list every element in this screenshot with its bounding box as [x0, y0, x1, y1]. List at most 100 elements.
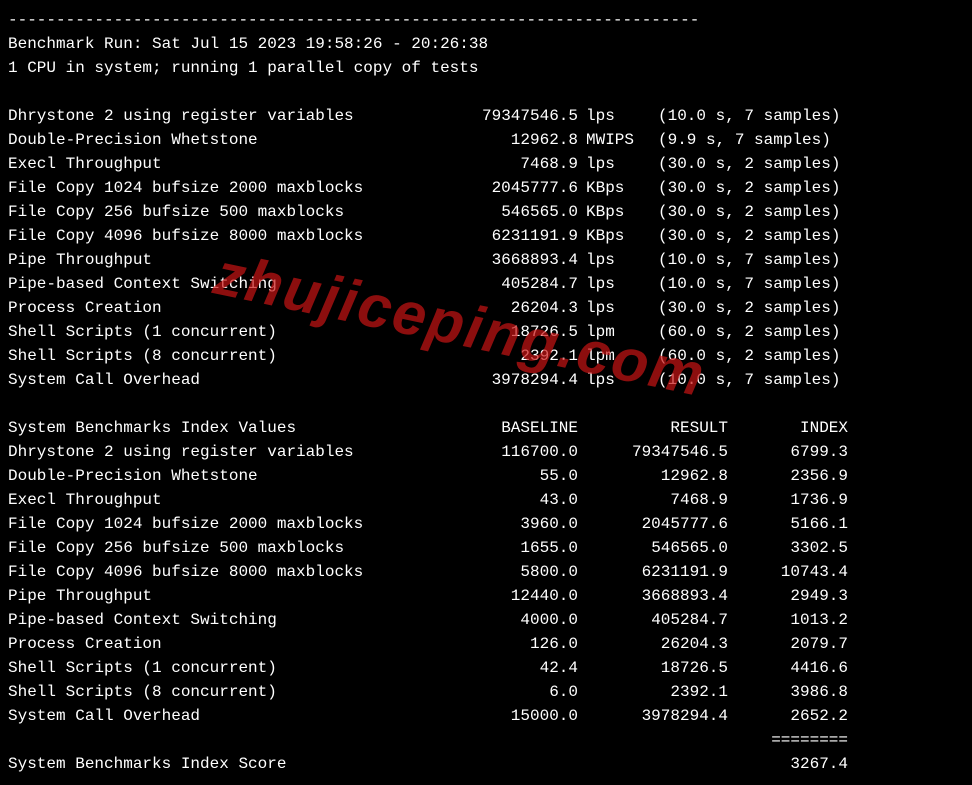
index-row: System Call Overhead15000.03978294.42652… [8, 704, 964, 728]
benchmark-meta: (30.0 s, 2 samples) [648, 296, 840, 320]
index-baseline: 4000.0 [428, 608, 578, 632]
benchmark-name: Pipe-based Context Switching [8, 272, 428, 296]
baseline-header: BASELINE [428, 416, 578, 440]
index-baseline: 12440.0 [428, 584, 578, 608]
benchmark-name: Shell Scripts (1 concurrent) [8, 320, 428, 344]
benchmark-unit: lps [578, 296, 648, 320]
benchmark-unit: lpm [578, 320, 648, 344]
index-value: 3986.8 [728, 680, 848, 704]
benchmark-value: 546565.0 [428, 200, 578, 224]
benchmark-unit: lps [578, 104, 648, 128]
benchmark-meta: (10.0 s, 7 samples) [648, 272, 840, 296]
benchmark-meta: (60.0 s, 2 samples) [648, 320, 840, 344]
benchmark-row: Shell Scripts (8 concurrent)2392.1lpm(60… [8, 344, 964, 368]
benchmark-row: Double-Precision Whetstone12962.8MWIPS(9… [8, 128, 964, 152]
benchmark-row: Dhrystone 2 using register variables7934… [8, 104, 964, 128]
benchmark-unit: lpm [578, 344, 648, 368]
index-result: 546565.0 [578, 536, 728, 560]
benchmark-row: Pipe-based Context Switching405284.7lps(… [8, 272, 964, 296]
benchmark-name: Double-Precision Whetstone [8, 128, 428, 152]
benchmark-unit: lps [578, 368, 648, 392]
benchmark-value: 405284.7 [428, 272, 578, 296]
index-baseline: 55.0 [428, 464, 578, 488]
index-row: Pipe-based Context Switching4000.0405284… [8, 608, 964, 632]
index-name: File Copy 256 bufsize 500 maxblocks [8, 536, 428, 560]
index-row: File Copy 1024 bufsize 2000 maxblocks396… [8, 512, 964, 536]
benchmark-meta: (30.0 s, 2 samples) [648, 152, 840, 176]
index-row: Pipe Throughput12440.03668893.42949.3 [8, 584, 964, 608]
index-baseline: 116700.0 [428, 440, 578, 464]
benchmark-unit: KBps [578, 224, 648, 248]
benchmark-row: Execl Throughput7468.9lps(30.0 s, 2 samp… [8, 152, 964, 176]
benchmark-unit: KBps [578, 200, 648, 224]
index-result: 7468.9 [578, 488, 728, 512]
benchmark-meta: (30.0 s, 2 samples) [648, 176, 840, 200]
equals-text: ======== [728, 728, 848, 752]
index-name: Double-Precision Whetstone [8, 464, 428, 488]
benchmark-meta: (10.0 s, 7 samples) [648, 368, 840, 392]
benchmark-row: File Copy 1024 bufsize 2000 maxblocks204… [8, 176, 964, 200]
index-result: 79347546.5 [578, 440, 728, 464]
index-row: File Copy 256 bufsize 500 maxblocks1655.… [8, 536, 964, 560]
benchmark-results-section: Dhrystone 2 using register variables7934… [8, 104, 964, 392]
benchmark-unit: lps [578, 272, 648, 296]
index-result: 6231191.9 [578, 560, 728, 584]
benchmark-name: Process Creation [8, 296, 428, 320]
index-row: Shell Scripts (1 concurrent)42.418726.54… [8, 656, 964, 680]
benchmark-value: 6231191.9 [428, 224, 578, 248]
index-result: 2392.1 [578, 680, 728, 704]
index-name: Process Creation [8, 632, 428, 656]
index-name: Shell Scripts (8 concurrent) [8, 680, 428, 704]
benchmark-unit: lps [578, 248, 648, 272]
index-value: 2079.7 [728, 632, 848, 656]
index-result: 2045777.6 [578, 512, 728, 536]
index-value: 2949.3 [728, 584, 848, 608]
index-baseline: 42.4 [428, 656, 578, 680]
index-result: 3668893.4 [578, 584, 728, 608]
benchmark-meta: (60.0 s, 2 samples) [648, 344, 840, 368]
index-row: Shell Scripts (8 concurrent)6.02392.1398… [8, 680, 964, 704]
index-result: 12962.8 [578, 464, 728, 488]
benchmark-value: 2045777.6 [428, 176, 578, 200]
index-value: 5166.1 [728, 512, 848, 536]
benchmark-row: System Call Overhead3978294.4lps(10.0 s,… [8, 368, 964, 392]
index-baseline: 126.0 [428, 632, 578, 656]
benchmark-name: File Copy 1024 bufsize 2000 maxblocks [8, 176, 428, 200]
benchmark-name: Pipe Throughput [8, 248, 428, 272]
index-baseline: 6.0 [428, 680, 578, 704]
benchmark-name: Dhrystone 2 using register variables [8, 104, 428, 128]
index-value: 1013.2 [728, 608, 848, 632]
benchmark-meta: (30.0 s, 2 samples) [648, 224, 840, 248]
benchmark-value: 79347546.5 [428, 104, 578, 128]
index-values-section: Dhrystone 2 using register variables1167… [8, 440, 964, 728]
index-baseline: 5800.0 [428, 560, 578, 584]
benchmark-name: File Copy 4096 bufsize 8000 maxblocks [8, 224, 428, 248]
index-value: 3302.5 [728, 536, 848, 560]
index-name: System Call Overhead [8, 704, 428, 728]
benchmark-unit: MWIPS [578, 128, 648, 152]
benchmark-unit: KBps [578, 176, 648, 200]
benchmark-value: 3668893.4 [428, 248, 578, 272]
benchmark-name: File Copy 256 bufsize 500 maxblocks [8, 200, 428, 224]
index-result: 405284.7 [578, 608, 728, 632]
benchmark-value: 18726.5 [428, 320, 578, 344]
index-name: Pipe Throughput [8, 584, 428, 608]
index-row: Process Creation126.026204.32079.7 [8, 632, 964, 656]
benchmark-name: Shell Scripts (8 concurrent) [8, 344, 428, 368]
benchmark-row: Shell Scripts (1 concurrent)18726.5lpm(6… [8, 320, 964, 344]
benchmark-run-header: Benchmark Run: Sat Jul 15 2023 19:58:26 … [8, 32, 964, 56]
index-baseline: 43.0 [428, 488, 578, 512]
final-score-row: System Benchmarks Index Score 3267.4 [8, 752, 964, 776]
index-header-row: System Benchmarks Index Values BASELINE … [8, 416, 964, 440]
index-value: 4416.6 [728, 656, 848, 680]
index-title: System Benchmarks Index Values [8, 416, 428, 440]
index-result: 26204.3 [578, 632, 728, 656]
index-value: 2652.2 [728, 704, 848, 728]
index-name: Pipe-based Context Switching [8, 608, 428, 632]
index-value: 1736.9 [728, 488, 848, 512]
benchmark-meta: (30.0 s, 2 samples) [648, 200, 840, 224]
equals-divider: ======== [8, 728, 964, 752]
benchmark-unit: lps [578, 152, 648, 176]
benchmark-row: Pipe Throughput3668893.4lps(10.0 s, 7 sa… [8, 248, 964, 272]
benchmark-meta: (10.0 s, 7 samples) [648, 248, 840, 272]
